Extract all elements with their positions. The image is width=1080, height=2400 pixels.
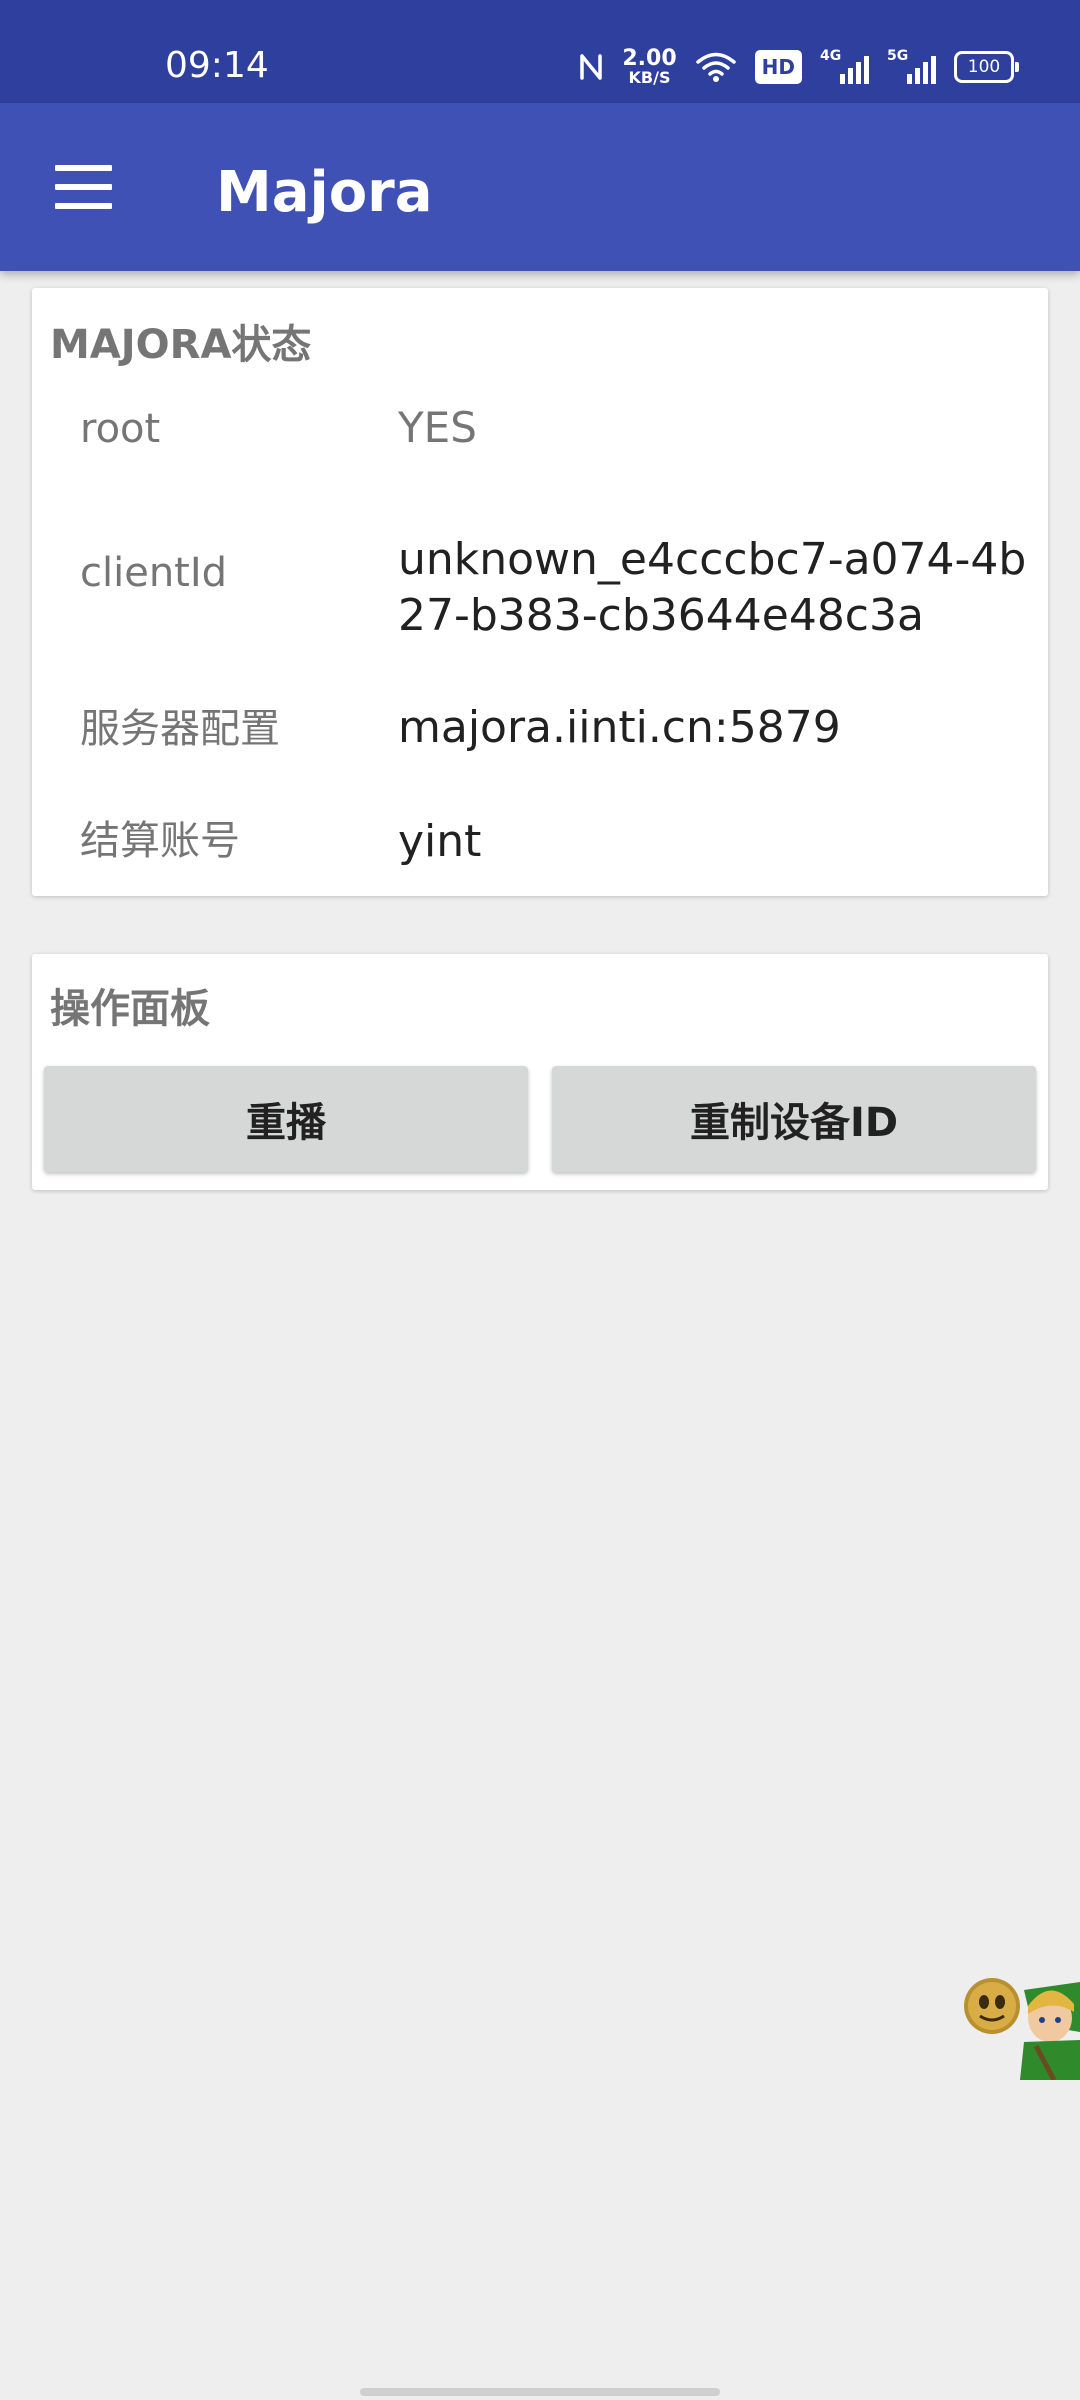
net-type-5g: 5G: [887, 48, 909, 64]
status-card-title: MAJORA状态: [50, 322, 312, 368]
hd-voice-icon: HD: [754, 50, 802, 84]
home-indicator[interactable]: [360, 2388, 720, 2396]
floating-mascot-icon[interactable]: [962, 1962, 1080, 2080]
server-config-label: 服务器配置: [80, 706, 280, 752]
battery-icon: 100: [954, 51, 1019, 83]
status-time: 09:14: [165, 45, 269, 86]
operation-panel-card: 操作面板 重播 重制设备ID: [32, 954, 1048, 1190]
net-type-4g: 4G: [820, 48, 842, 64]
hamburger-menu-icon[interactable]: [40, 147, 130, 227]
net-speed-indicator: 2.00 KB/S: [622, 48, 676, 86]
billing-account-label: 结算账号: [80, 818, 240, 864]
net-speed-value: 2.00: [622, 46, 677, 71]
status-bar: 09:14 2.00 KB/S HD 4G 5G 100: [0, 0, 1080, 103]
client-id-label: clientId: [80, 550, 228, 596]
billing-account-value: yint: [398, 816, 482, 867]
wifi-icon: [695, 52, 736, 82]
status-icons: 2.00 KB/S HD 4G 5G 100: [578, 42, 1019, 92]
root-label: root: [80, 406, 161, 452]
reset-device-id-button[interactable]: 重制设备ID: [552, 1066, 1036, 1172]
client-id-value: unknown_e4cccbc7-a074-4b27-b383-cb3644e4…: [398, 534, 1027, 641]
app-bar: Majora: [0, 103, 1080, 271]
signal-5g-icon: 5G: [887, 48, 936, 84]
net-speed-unit: KB/S: [628, 68, 671, 87]
root-value: YES: [398, 403, 477, 452]
replay-button[interactable]: 重播: [44, 1066, 528, 1172]
panel-card-title: 操作面板: [50, 986, 210, 1032]
nfc-icon: [580, 54, 603, 80]
app-title: Majora: [216, 160, 433, 225]
signal-4g-icon: 4G: [820, 48, 869, 84]
server-config-value: majora.iinti.cn:5879: [398, 702, 841, 753]
majora-status-card: MAJORA状态 root YES clientId unknown_e4ccc…: [32, 288, 1048, 896]
